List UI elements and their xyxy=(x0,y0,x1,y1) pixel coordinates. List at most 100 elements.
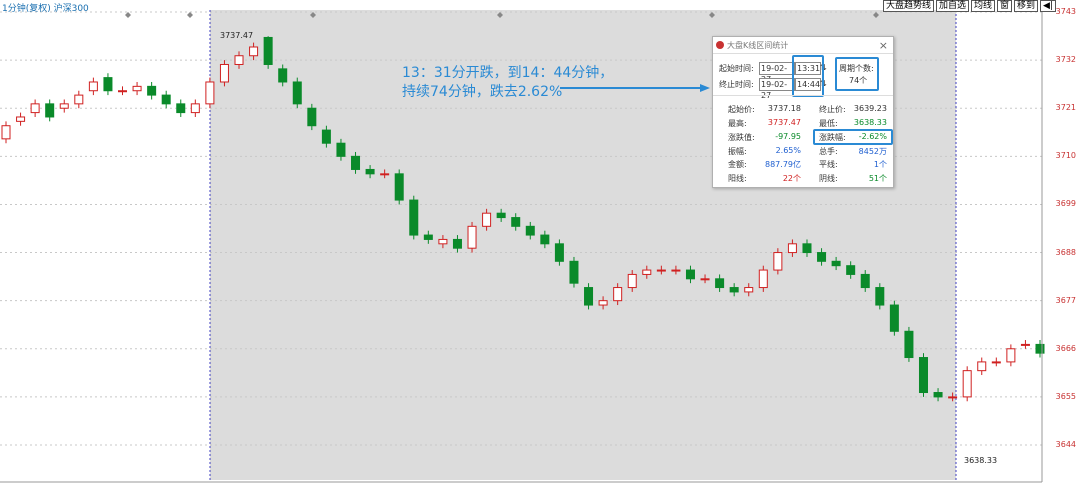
candle-body xyxy=(1035,343,1045,354)
candle-body xyxy=(496,212,506,219)
candle-body xyxy=(147,85,157,96)
y-tick-label: 3666 xyxy=(1055,343,1076,353)
candle-body xyxy=(467,225,477,249)
annotation-line-1: 13：31分开跌，到14：44分钟， xyxy=(402,65,614,81)
toolbar-trend-button[interactable]: 大盘趋势线 xyxy=(882,0,934,12)
stat-label-left: 金额: xyxy=(728,160,747,169)
stat-label-right: 终止价: xyxy=(819,105,846,114)
candle-body xyxy=(190,103,200,114)
time-highlight-box xyxy=(792,55,824,97)
stat-value-left: 3737.47 xyxy=(767,118,801,127)
candle-body xyxy=(380,173,390,176)
stat-label-left: 起始价: xyxy=(728,105,755,114)
candle-body xyxy=(744,287,754,293)
candle-body xyxy=(176,103,186,114)
candle-body xyxy=(787,243,797,254)
candle-body xyxy=(161,94,171,105)
candle-body xyxy=(627,273,637,289)
end-time-label: 终止时间: xyxy=(719,80,754,89)
stat-label-left: 振幅: xyxy=(728,147,747,156)
top-toolbar: 大盘趋势线 加自选 均线 窗 移到 ◀| xyxy=(882,0,1056,12)
app-logo-icon xyxy=(716,41,724,49)
candle-body xyxy=(525,225,535,236)
stat-label-left: 涨跌值: xyxy=(728,133,755,142)
y-tick-label: 3655 xyxy=(1055,391,1076,401)
candle-body xyxy=(365,168,375,175)
start-time-label: 起始时间: xyxy=(719,64,754,73)
period-label: 周期个数: xyxy=(839,64,874,73)
candle-body xyxy=(889,304,899,332)
y-tick-label: 3732 xyxy=(1055,55,1076,65)
period-value: 74个 xyxy=(849,76,868,85)
marker-diamond xyxy=(187,12,193,18)
stat-value-left: 2.65% xyxy=(775,146,801,155)
candle-body xyxy=(875,287,885,306)
candle-body xyxy=(394,173,404,201)
candle-body xyxy=(16,116,26,122)
candle-body xyxy=(292,81,302,105)
candle-body xyxy=(613,287,623,302)
annotation-line-2: 持续74分钟，跌去2.62% xyxy=(402,84,563,100)
y-tick-label: 3677 xyxy=(1055,295,1076,305)
candle-body xyxy=(118,90,128,93)
candle-body xyxy=(933,392,943,398)
dialog-divider xyxy=(713,95,893,96)
candle-body xyxy=(132,85,142,92)
candle-body xyxy=(773,252,783,271)
candle-body xyxy=(598,300,608,306)
range-stats-dialog: 大盘K线区间统计 × 起始时间: 19-02-27 13:31 ⇅ 终止时间: … xyxy=(712,36,894,188)
candle-body xyxy=(351,155,361,170)
candle-body xyxy=(554,243,564,262)
candle-body xyxy=(831,260,841,267)
end-date-field[interactable]: 19-02-27 xyxy=(759,78,795,100)
y-tick-label: 3644 xyxy=(1055,440,1076,449)
high-price-label: 3737.47 xyxy=(220,31,254,40)
candle-body xyxy=(30,103,40,114)
toolbar-add-favorite-button[interactable]: 加自选 xyxy=(935,0,969,12)
chart-title: 1分钟(复权) 沪深300 xyxy=(2,4,89,14)
marker-diamond xyxy=(125,12,131,18)
candle-body xyxy=(205,81,215,105)
candle-body xyxy=(962,370,972,398)
candle-body xyxy=(569,260,579,284)
candle-body xyxy=(991,361,1001,364)
candle-body xyxy=(219,63,229,83)
candle-body xyxy=(977,361,987,372)
y-tick-label: 3688 xyxy=(1055,247,1076,257)
candle-body xyxy=(336,142,346,157)
candle-body xyxy=(729,287,739,293)
candle-body xyxy=(802,243,812,254)
candle-body xyxy=(1,125,11,140)
stat-value-left: -97.95 xyxy=(775,132,801,141)
candle-body xyxy=(642,269,652,275)
candle-body xyxy=(1006,348,1016,363)
stat-value-left: 3737.18 xyxy=(767,104,801,113)
candle-body xyxy=(540,234,550,245)
stat-label-right: 平线: xyxy=(819,160,838,169)
candle-body xyxy=(846,265,856,275)
candle-body xyxy=(918,357,928,394)
close-icon[interactable]: × xyxy=(879,39,888,52)
candle-body xyxy=(584,287,594,306)
candle-body xyxy=(234,55,244,65)
toolbar-ma-button[interactable]: 均线 xyxy=(970,0,995,12)
candle-body xyxy=(700,278,710,281)
annotation-text: 13：31分开跌，到14：44分钟， 持续74分钟，跌去2.62% xyxy=(402,64,613,102)
candle-body xyxy=(45,103,55,118)
toolbar-back-button[interactable]: ◀| xyxy=(1040,0,1056,12)
start-date-field[interactable]: 19-02-27 xyxy=(759,62,795,84)
candle-body xyxy=(758,269,768,289)
toolbar-move-button[interactable]: 移到 xyxy=(1014,0,1039,12)
toolbar-window-button[interactable]: 窗 xyxy=(997,0,1013,12)
y-tick-label: 3710 xyxy=(1055,151,1076,161)
candle-body xyxy=(249,46,259,57)
candle-body xyxy=(307,107,317,127)
candle-body xyxy=(409,199,419,236)
candle-body xyxy=(452,238,462,249)
candle-body xyxy=(74,94,84,105)
dialog-header: 大盘K线区间统计 xyxy=(713,37,893,54)
stat-label-left: 阳线: xyxy=(728,174,747,183)
stat-value-right: 51个 xyxy=(868,174,887,183)
stat-value-left: 22个 xyxy=(782,174,801,183)
stat-value-right: 8452万 xyxy=(858,147,887,156)
